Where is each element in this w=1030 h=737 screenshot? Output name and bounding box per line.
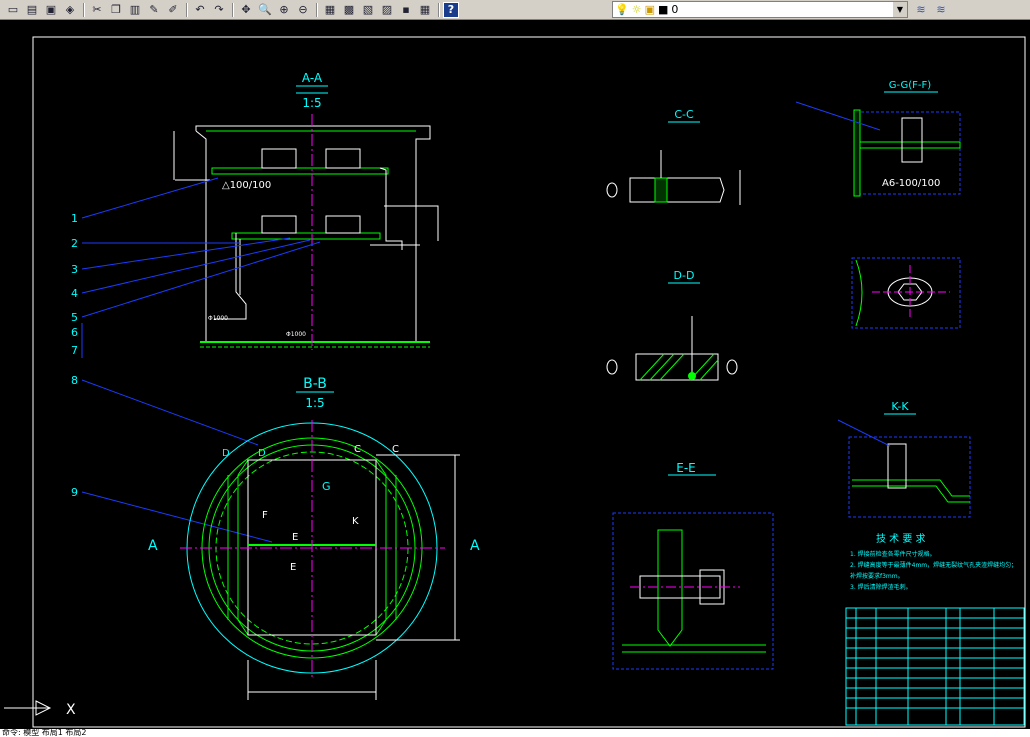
callout-5: 5 — [71, 311, 78, 324]
toolpalette-icon[interactable]: ▧ — [359, 2, 377, 18]
callout-4: 4 — [71, 287, 78, 300]
layer-manager-icon[interactable]: ≋ — [932, 1, 950, 17]
toolbar-separator — [438, 2, 439, 17]
undo-icon[interactable]: ↶ — [191, 2, 209, 18]
section-dd-view: D-D — [606, 269, 738, 381]
bulb-icon: 💡 — [615, 3, 629, 16]
layer-previous-icon[interactable]: ≋ — [912, 1, 930, 17]
lock-icon: ▣ — [644, 3, 655, 16]
aa-scale: 1:5 — [302, 96, 321, 110]
ucs-icon: X — [4, 700, 76, 718]
zoom-window-icon[interactable]: ⊕ — [275, 2, 293, 18]
redo-icon[interactable]: ↷ — [210, 2, 228, 18]
section-g: G — [322, 480, 331, 493]
command-line[interactable]: 命令: 模型 布局1 布局2 — [0, 729, 1030, 737]
calculator-icon[interactable]: ▦ — [416, 2, 434, 18]
tech-req-line-2: 2. 焊缝高度等于最薄件4mm，焊缝无裂纹气孔夹渣焊缝均匀； — [850, 561, 1017, 569]
layer-name: 0 — [671, 3, 679, 16]
section-d1: D — [222, 448, 230, 459]
technical-requirements: 技 术 要 求 1. 焊接前检查各零件尺寸规格。 2. 焊缝高度等于最薄件4mm… — [850, 532, 1017, 591]
section-c1: C — [354, 444, 361, 455]
callout-8: 8 — [71, 374, 78, 387]
section-d2: D — [258, 448, 266, 459]
bb-scale: 1:5 — [305, 396, 324, 410]
section-a-left: A — [148, 538, 158, 554]
section-gg-view: G-G(F-F) A6-100/100 — [795, 80, 961, 197]
weld-note: △100/100 — [222, 180, 271, 191]
nut-detail-view — [851, 257, 961, 329]
dim-1000: Φ1000 — [286, 331, 306, 338]
weld-note-g: A6-100/100 — [882, 178, 940, 189]
markup-icon[interactable]: ▪ — [397, 2, 415, 18]
tech-req-line-1: 1. 焊接前检查各零件尺寸规格。 — [850, 550, 936, 558]
brush-icon[interactable]: ✐ — [164, 2, 182, 18]
toolbar-separator — [83, 2, 84, 17]
color-square-icon: ■ — [657, 3, 669, 16]
toolbar-separator — [316, 2, 317, 17]
section-a-right: A — [470, 538, 480, 554]
new-icon[interactable]: ▭ — [4, 2, 22, 18]
tech-req-line-3: 补焊按要求f3mm。 — [850, 572, 904, 580]
section-aa-view: A-A 1:5 Φ1000 Φ1000 △100/100 — [173, 71, 439, 350]
tech-req-title: 技 术 要 求 — [876, 532, 926, 545]
tech-req-line-4: 3. 焊后清除焊渣毛刺。 — [850, 583, 912, 591]
callout-7: 7 — [71, 344, 78, 357]
section-f: F — [262, 510, 268, 521]
section-e2: E — [290, 562, 296, 573]
section-bb-view: B-B 1:5 A A C C D D E E F G K — [148, 376, 480, 700]
ee-title: E-E — [676, 461, 696, 475]
command-text: 命令: 模型 布局1 布局2 — [2, 729, 87, 737]
pan-icon[interactable]: ✥ — [237, 2, 255, 18]
cc-title: C-C — [674, 108, 694, 121]
section-k: K — [352, 516, 359, 527]
callout-3: 3 — [71, 263, 78, 276]
properties-icon[interactable]: ▦ — [321, 2, 339, 18]
cut-icon[interactable]: ✂ — [88, 2, 106, 18]
gg-title: G-G(F-F) — [889, 80, 931, 91]
callout-9: 9 — [71, 486, 78, 499]
sheetset-icon[interactable]: ▨ — [378, 2, 396, 18]
callouts-group: 1 2 3 4 5 6 7 8 9 — [71, 212, 78, 499]
ucs-x-label: X — [66, 702, 76, 718]
plot-icon[interactable]: ◈ — [61, 2, 79, 18]
callout-1: 1 — [71, 212, 78, 225]
toolbar-separator — [186, 2, 187, 17]
layer-tools: ≋ ≋ — [912, 1, 950, 17]
open-icon[interactable]: ▤ — [23, 2, 41, 18]
section-cc-view: C-C — [606, 108, 741, 205]
matchprop-icon[interactable]: ✎ — [145, 2, 163, 18]
designcenter-icon[interactable]: ▩ — [340, 2, 358, 18]
drawing-area[interactable]: A-A 1:5 Φ1000 Φ1000 △100/100 1 2 3 4 5 6… — [0, 20, 1030, 729]
section-kk-view: K-K — [837, 400, 971, 518]
toolbar-separator — [232, 2, 233, 17]
title-block — [845, 607, 1025, 726]
section-c2: C — [392, 444, 399, 455]
svg-text:Φ1000: Φ1000 — [208, 315, 228, 322]
paste-icon[interactable]: ▥ — [126, 2, 144, 18]
kk-title: K-K — [891, 400, 909, 413]
section-ee-view: E-E — [612, 461, 774, 670]
layer-dropdown[interactable]: 💡 ☼ ▣ ■ 0 ▼ — [612, 1, 908, 18]
section-e1: E — [292, 532, 298, 543]
sun-icon: ☼ — [631, 3, 642, 16]
zoom-previous-icon[interactable]: ⊖ — [294, 2, 312, 18]
save-icon[interactable]: ▣ — [42, 2, 60, 18]
callout-6: 6 — [71, 326, 78, 339]
aa-title: A-A — [302, 71, 323, 85]
bb-title: B-B — [303, 376, 327, 392]
callout-2: 2 — [71, 237, 78, 250]
chevron-down-icon[interactable]: ▼ — [893, 2, 907, 17]
zoom-realtime-icon[interactable]: 🔍 — [256, 2, 274, 18]
dd-title: D-D — [674, 269, 695, 282]
help-icon[interactable]: ? — [443, 1, 459, 18]
copy-icon[interactable]: ❐ — [107, 2, 125, 18]
dd-hatch — [639, 353, 719, 381]
